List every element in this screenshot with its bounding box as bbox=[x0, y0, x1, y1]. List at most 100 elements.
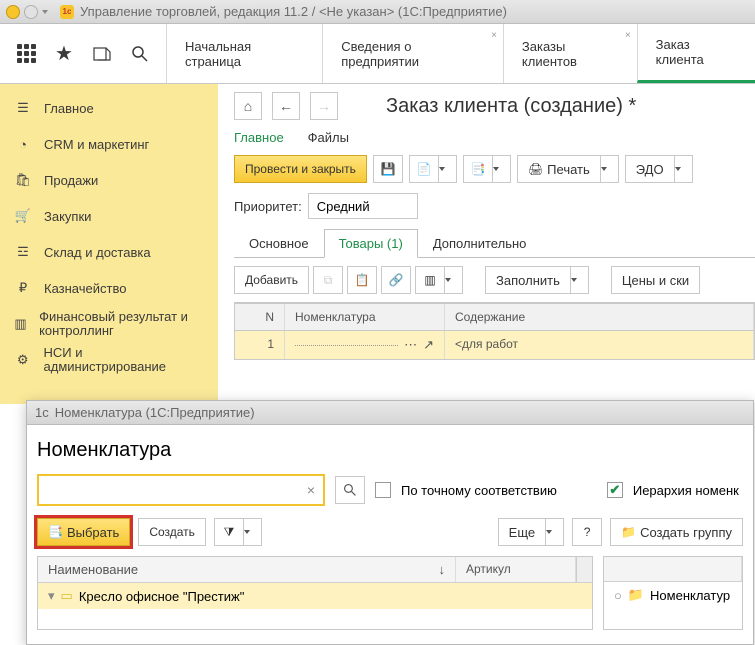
modal-heading: Номенклатура bbox=[37, 439, 743, 462]
hierarchy-checkbox[interactable] bbox=[607, 482, 623, 498]
subtab-files[interactable]: Файлы bbox=[308, 130, 349, 145]
sidebar-item-label: Продажи bbox=[44, 173, 98, 188]
ellipsis-icon[interactable]: ⋯ bbox=[404, 337, 417, 353]
save-icon-button[interactable]: 💾 bbox=[373, 155, 403, 183]
post-and-close-button[interactable]: Провести и закрыть bbox=[234, 155, 367, 183]
home-button[interactable]: ⌂ bbox=[234, 92, 262, 120]
col-sod-header[interactable]: Содержание bbox=[445, 304, 754, 330]
col-name-header[interactable]: Наименование↓ bbox=[38, 557, 456, 582]
categories-tree: ○ 📁 Номенклатур bbox=[603, 556, 743, 630]
item-name: Кресло офисное "Престиж" bbox=[79, 589, 245, 604]
forward-button[interactable]: → bbox=[310, 92, 338, 120]
search-input[interactable]: × bbox=[37, 474, 325, 506]
tab-label: Начальная страница bbox=[185, 39, 304, 69]
itab-additional[interactable]: Дополнительно bbox=[418, 229, 542, 257]
top-toolbar: ★ Начальная страница Сведения о предприя… bbox=[0, 24, 755, 84]
main-area: ⌂ ← → Заказ клиента (создание) * Главное… bbox=[218, 84, 755, 404]
sidebar-item-finance[interactable]: ▥ Финансовый результат и контроллинг bbox=[0, 306, 218, 342]
link-icon-button[interactable]: 🔗 bbox=[381, 266, 411, 294]
more-button[interactable]: Еще bbox=[498, 518, 564, 546]
modal-search-row: × По точному соответствию Иерархия номен… bbox=[37, 474, 743, 506]
inner-tabs: Основное Товары (1) Дополнительно bbox=[234, 229, 755, 258]
search-icon[interactable] bbox=[130, 44, 150, 64]
sidebar-item-main[interactable]: ☰ Главное bbox=[0, 90, 218, 126]
clear-icon[interactable]: × bbox=[307, 482, 315, 498]
cell-nom[interactable]: ⋯↗ bbox=[285, 331, 445, 359]
modal-title-text: Номенклатура (1С:Предприятие) bbox=[55, 405, 255, 420]
back-button[interactable]: ← bbox=[272, 92, 300, 120]
close-icon[interactable]: × bbox=[491, 30, 497, 41]
action-toolbar: Провести и закрыть 💾 📄 📑 🖨 Печать ЭДО bbox=[234, 155, 755, 183]
open-icon[interactable]: ↗ bbox=[423, 337, 434, 353]
collapse-icon[interactable]: ▾ bbox=[48, 588, 55, 604]
subtab-main[interactable]: Главное bbox=[234, 130, 284, 145]
sidebar-item-label: Склад и доставка bbox=[44, 245, 151, 260]
sidebar-item-sales[interactable]: 🛍Продажи bbox=[0, 162, 218, 198]
expand-icon[interactable]: ○ bbox=[614, 588, 622, 603]
sidebar-item-warehouse[interactable]: ☲Склад и доставка bbox=[0, 234, 218, 270]
sidebar-item-crm[interactable]: ◔CRM и маркетинг bbox=[0, 126, 218, 162]
tree-label: Номенклатур bbox=[650, 588, 730, 603]
select-button[interactable]: 📑 Выбрать bbox=[37, 518, 130, 546]
priority-select[interactable]: Средний bbox=[308, 193, 418, 219]
table-row[interactable]: 1 ⋯↗ <для работ bbox=[235, 331, 754, 359]
paste-icon-button[interactable]: 📋 bbox=[347, 266, 377, 294]
tree-header bbox=[604, 557, 742, 581]
sidebar-item-label: Главное bbox=[44, 101, 94, 116]
col-nom-header[interactable]: Номенклатура bbox=[285, 304, 445, 330]
apps-grid-icon[interactable] bbox=[16, 44, 36, 64]
close-icon[interactable]: × bbox=[625, 30, 631, 41]
menu-icon: ☰ bbox=[14, 99, 32, 117]
help-button[interactable]: ? bbox=[572, 518, 602, 546]
sidebar-item-admin[interactable]: ⚙НСИ и администрирование bbox=[0, 342, 218, 378]
sidebar-item-treasury[interactable]: ₽Казначейство bbox=[0, 270, 218, 306]
window-min-icon[interactable] bbox=[6, 5, 20, 19]
tabstrip: Начальная страница Сведения о предприяти… bbox=[166, 24, 755, 83]
col-article-header[interactable]: Артикул bbox=[456, 557, 576, 582]
exact-match-checkbox[interactable] bbox=[375, 482, 391, 498]
sidebar-item-label: Финансовый результат и контроллинг bbox=[39, 310, 204, 338]
window-title: Управление торговлей, редакция 11.2 / <Н… bbox=[80, 4, 507, 19]
send-split-button[interactable]: 📑 bbox=[463, 155, 511, 183]
print-button[interactable]: 🖨 Печать bbox=[517, 155, 619, 183]
sidebar-item-purchases[interactable]: 🛒Закупки bbox=[0, 198, 218, 234]
tab-order-create[interactable]: Заказ клиента bbox=[637, 24, 755, 83]
create-button[interactable]: Создать bbox=[138, 518, 206, 546]
list-item[interactable]: ▾ ▭ Кресло офисное "Престиж" bbox=[38, 583, 592, 609]
fill-button[interactable]: Заполнить bbox=[485, 266, 589, 294]
create-group-button[interactable]: 📁 Создать группу bbox=[610, 518, 743, 546]
col-n-header[interactable]: N bbox=[235, 304, 285, 330]
exact-match-label: По точному соответствию bbox=[401, 483, 557, 498]
filter-button[interactable]: ⧩ bbox=[214, 518, 262, 546]
prices-button[interactable]: Цены и ски bbox=[611, 266, 700, 294]
post-split-button[interactable]: 📄 bbox=[409, 155, 457, 183]
favorite-icon[interactable]: ★ bbox=[54, 44, 74, 64]
folder-icon: 📁 bbox=[628, 587, 644, 603]
window-max-icon[interactable] bbox=[24, 5, 38, 19]
button-label: Выбрать bbox=[67, 525, 119, 540]
bars-icon: ▥ bbox=[14, 315, 27, 333]
barcode-button[interactable]: ▥ bbox=[415, 266, 463, 294]
gear-icon: ⚙ bbox=[14, 351, 32, 369]
tab-orders[interactable]: Заказы клиентов × bbox=[503, 24, 637, 83]
cell-sod[interactable]: <для работ bbox=[445, 331, 754, 359]
button-label: ЭДО bbox=[636, 162, 664, 177]
button-label: Создать группу bbox=[640, 525, 732, 540]
coin-icon: ₽ bbox=[14, 279, 32, 297]
add-row-button[interactable]: Добавить bbox=[234, 266, 309, 294]
window-titlebar: 1с Управление торговлей, редакция 11.2 /… bbox=[0, 0, 755, 24]
copy-icon-button[interactable]: ⧉ bbox=[313, 266, 343, 294]
pie-icon: ◔ bbox=[14, 135, 32, 153]
window-dropdown-icon[interactable] bbox=[42, 10, 48, 14]
tab-start-page[interactable]: Начальная страница bbox=[166, 24, 322, 83]
history-icon[interactable] bbox=[92, 44, 112, 64]
tab-label: Заказы клиентов bbox=[522, 39, 619, 69]
modal-toolbar: 📑 Выбрать Создать ⧩ Еще ? 📁 Создать груп… bbox=[37, 518, 743, 546]
itab-basic[interactable]: Основное bbox=[234, 229, 324, 257]
column-label: Наименование bbox=[48, 562, 138, 577]
tree-item[interactable]: ○ 📁 Номенклатур bbox=[604, 582, 742, 608]
itab-goods[interactable]: Товары (1) bbox=[324, 229, 418, 258]
edo-button[interactable]: ЭДО bbox=[625, 155, 693, 183]
search-go-icon[interactable] bbox=[335, 476, 365, 504]
tab-company-info[interactable]: Сведения о предприятии× bbox=[322, 24, 503, 83]
